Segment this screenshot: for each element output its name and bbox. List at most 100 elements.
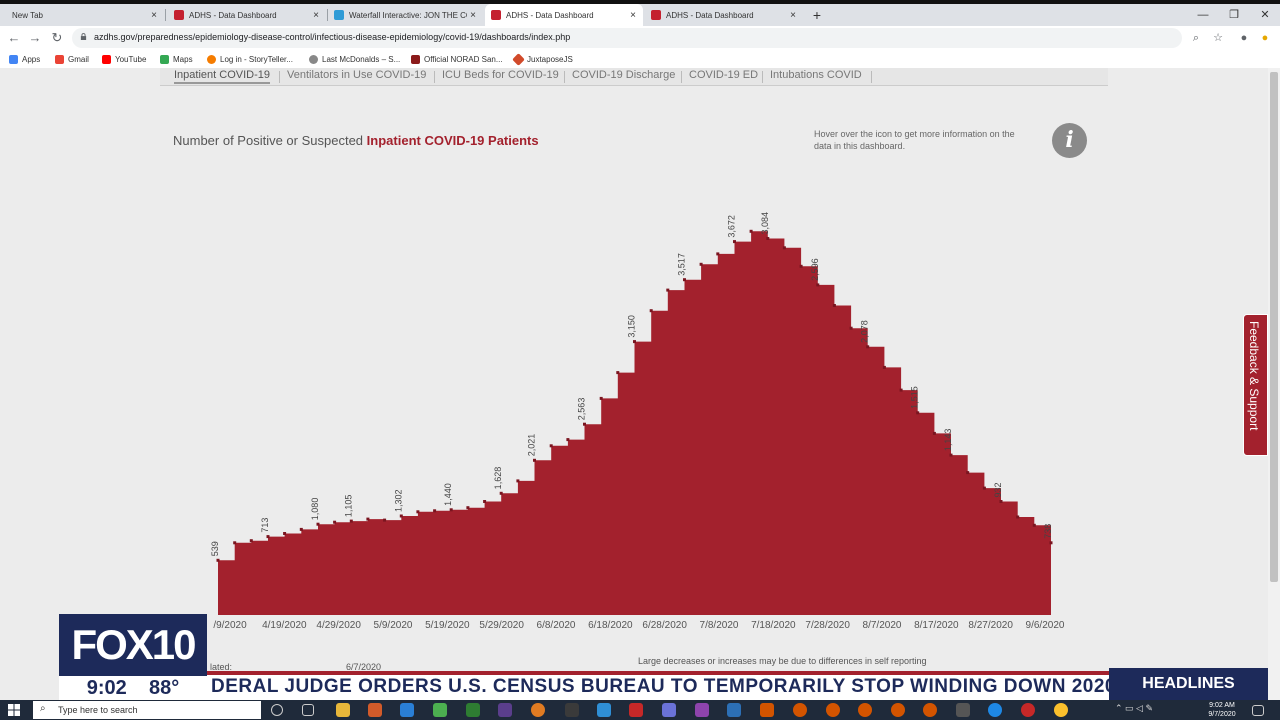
close-icon[interactable]: × (310, 10, 322, 21)
page-scrollbar[interactable] (1268, 68, 1280, 700)
close-icon[interactable]: × (627, 10, 639, 21)
bookmark-storyteller[interactable]: Log in - StoryTeller... (207, 53, 293, 65)
bookmark-mcdonalds[interactable]: Last McDonalds – S... (309, 53, 400, 65)
data-point[interactable] (1032, 523, 1036, 527)
data-point[interactable] (616, 371, 620, 375)
bookmark-gmail[interactable]: Gmail (55, 53, 89, 65)
tab-ed[interactable]: COVID-19 ED (689, 69, 758, 81)
data-point[interactable] (416, 510, 420, 514)
taskbar-search-input[interactable]: ⌕ Type here to search (33, 701, 261, 719)
minimize-icon[interactable]: — (1188, 8, 1218, 22)
file-explorer-icon[interactable] (336, 703, 350, 717)
app-icon[interactable] (1021, 703, 1035, 717)
plus-icon[interactable]: + (810, 8, 824, 22)
data-point[interactable] (666, 288, 670, 292)
data-point[interactable] (799, 264, 803, 268)
bookmark-apps[interactable]: Apps (9, 53, 40, 65)
app-icon[interactable] (826, 703, 840, 717)
inpatient-area[interactable] (218, 231, 1051, 616)
tab-ventilators[interactable]: Ventilators in Use COVID-19 (287, 69, 426, 81)
data-point[interactable] (832, 304, 836, 307)
data-point[interactable] (782, 246, 786, 250)
data-point[interactable] (649, 309, 653, 313)
data-point[interactable] (316, 522, 320, 526)
app-icon[interactable] (531, 703, 545, 717)
data-point[interactable] (882, 365, 886, 369)
data-point[interactable] (516, 479, 520, 483)
data-point[interactable] (749, 229, 753, 233)
data-point[interactable] (449, 508, 453, 512)
data-point[interactable] (982, 486, 986, 490)
data-point[interactable] (599, 396, 603, 400)
app-icon[interactable] (858, 703, 872, 717)
tab-intubations[interactable]: Intubations COVID (770, 69, 862, 81)
forward-arrow-icon[interactable]: → (27, 30, 43, 46)
data-point[interactable] (366, 517, 370, 521)
app-icon[interactable] (400, 703, 414, 717)
zoom-icon[interactable]: ⌕ (1188, 30, 1204, 46)
info-icon[interactable]: i (1052, 123, 1087, 158)
app-icon[interactable] (891, 703, 905, 717)
browser-tab-adhs-1[interactable]: ADHS - Data Dashboard × (168, 4, 326, 26)
windows-start-icon[interactable] (8, 704, 20, 716)
bookmark-juxtapose[interactable]: JuxtaposeJS (512, 52, 573, 66)
chrome-icon[interactable] (1054, 703, 1068, 717)
browser-tab-adhs-active[interactable]: ADHS - Data Dashboard × (485, 4, 643, 26)
data-point[interactable] (966, 471, 970, 475)
data-point[interactable] (683, 278, 686, 282)
data-point[interactable] (699, 262, 703, 266)
scrollbar-thumb[interactable] (1270, 72, 1278, 582)
browser-tab-waterfall[interactable]: Waterfall Interactive: JON THE CO × (328, 4, 483, 26)
app-icon[interactable] (433, 703, 447, 717)
restore-icon[interactable]: ❐ (1219, 8, 1249, 22)
app-icon[interactable] (629, 703, 643, 717)
data-point[interactable] (866, 345, 870, 349)
tab-inpatient-covid[interactable]: Inpatient COVID-19 (174, 69, 270, 84)
data-point[interactable] (299, 527, 303, 531)
tab-discharge[interactable]: COVID-19 Discharge (572, 69, 675, 81)
browser-tab-new-tab[interactable]: New Tab × (6, 4, 164, 26)
data-point[interactable] (949, 453, 953, 457)
data-point[interactable] (766, 237, 770, 240)
data-point[interactable] (433, 509, 437, 513)
data-point[interactable] (266, 535, 270, 539)
app-icon[interactable] (760, 703, 774, 717)
app-icon[interactable] (662, 703, 676, 717)
data-point[interactable] (899, 388, 903, 392)
task-view-icon[interactable] (302, 704, 314, 716)
profile-avatar-icon[interactable]: ● (1236, 30, 1252, 46)
app-icon[interactable] (793, 703, 807, 717)
back-arrow-icon[interactable]: ← (6, 30, 22, 46)
bookmark-norad[interactable]: Official NORAD San... (411, 53, 503, 65)
data-point[interactable] (1049, 541, 1053, 545)
data-point[interactable] (716, 252, 720, 256)
data-point[interactable] (333, 520, 337, 524)
app-icon[interactable] (368, 703, 382, 717)
media-player-icon[interactable] (466, 703, 480, 717)
cortana-icon[interactable] (271, 704, 283, 716)
address-bar[interactable]: azdhs.gov/preparedness/epidemiology-dise… (72, 28, 1223, 48)
taskbar-clock[interactable]: 9:02 AM 9/7/2020 (1200, 701, 1244, 719)
extension-icon[interactable]: ● (1257, 30, 1273, 46)
data-point[interactable] (999, 500, 1003, 503)
bookmark-youtube[interactable]: YouTube (102, 53, 146, 65)
data-point[interactable] (816, 283, 820, 287)
app-icon[interactable] (727, 703, 741, 717)
data-point[interactable] (533, 458, 536, 462)
app-icon[interactable] (956, 703, 970, 717)
data-point[interactable] (466, 506, 470, 510)
data-point[interactable] (549, 444, 553, 448)
browser-tab-adhs-3[interactable]: ADHS - Data Dashboard × (645, 4, 803, 26)
data-point[interactable] (1016, 515, 1020, 519)
close-icon[interactable]: × (467, 10, 479, 21)
data-point[interactable] (233, 541, 237, 545)
data-point[interactable] (383, 518, 387, 522)
notifications-icon[interactable] (1252, 705, 1264, 716)
data-point[interactable] (733, 240, 736, 244)
data-point[interactable] (849, 326, 853, 330)
system-tray-icons[interactable]: ⌃ ▭ ◁ ✎ (1115, 703, 1153, 714)
close-icon[interactable]: × (148, 10, 160, 21)
data-point[interactable] (633, 340, 636, 344)
data-point[interactable] (499, 491, 503, 495)
data-point[interactable] (583, 422, 586, 426)
